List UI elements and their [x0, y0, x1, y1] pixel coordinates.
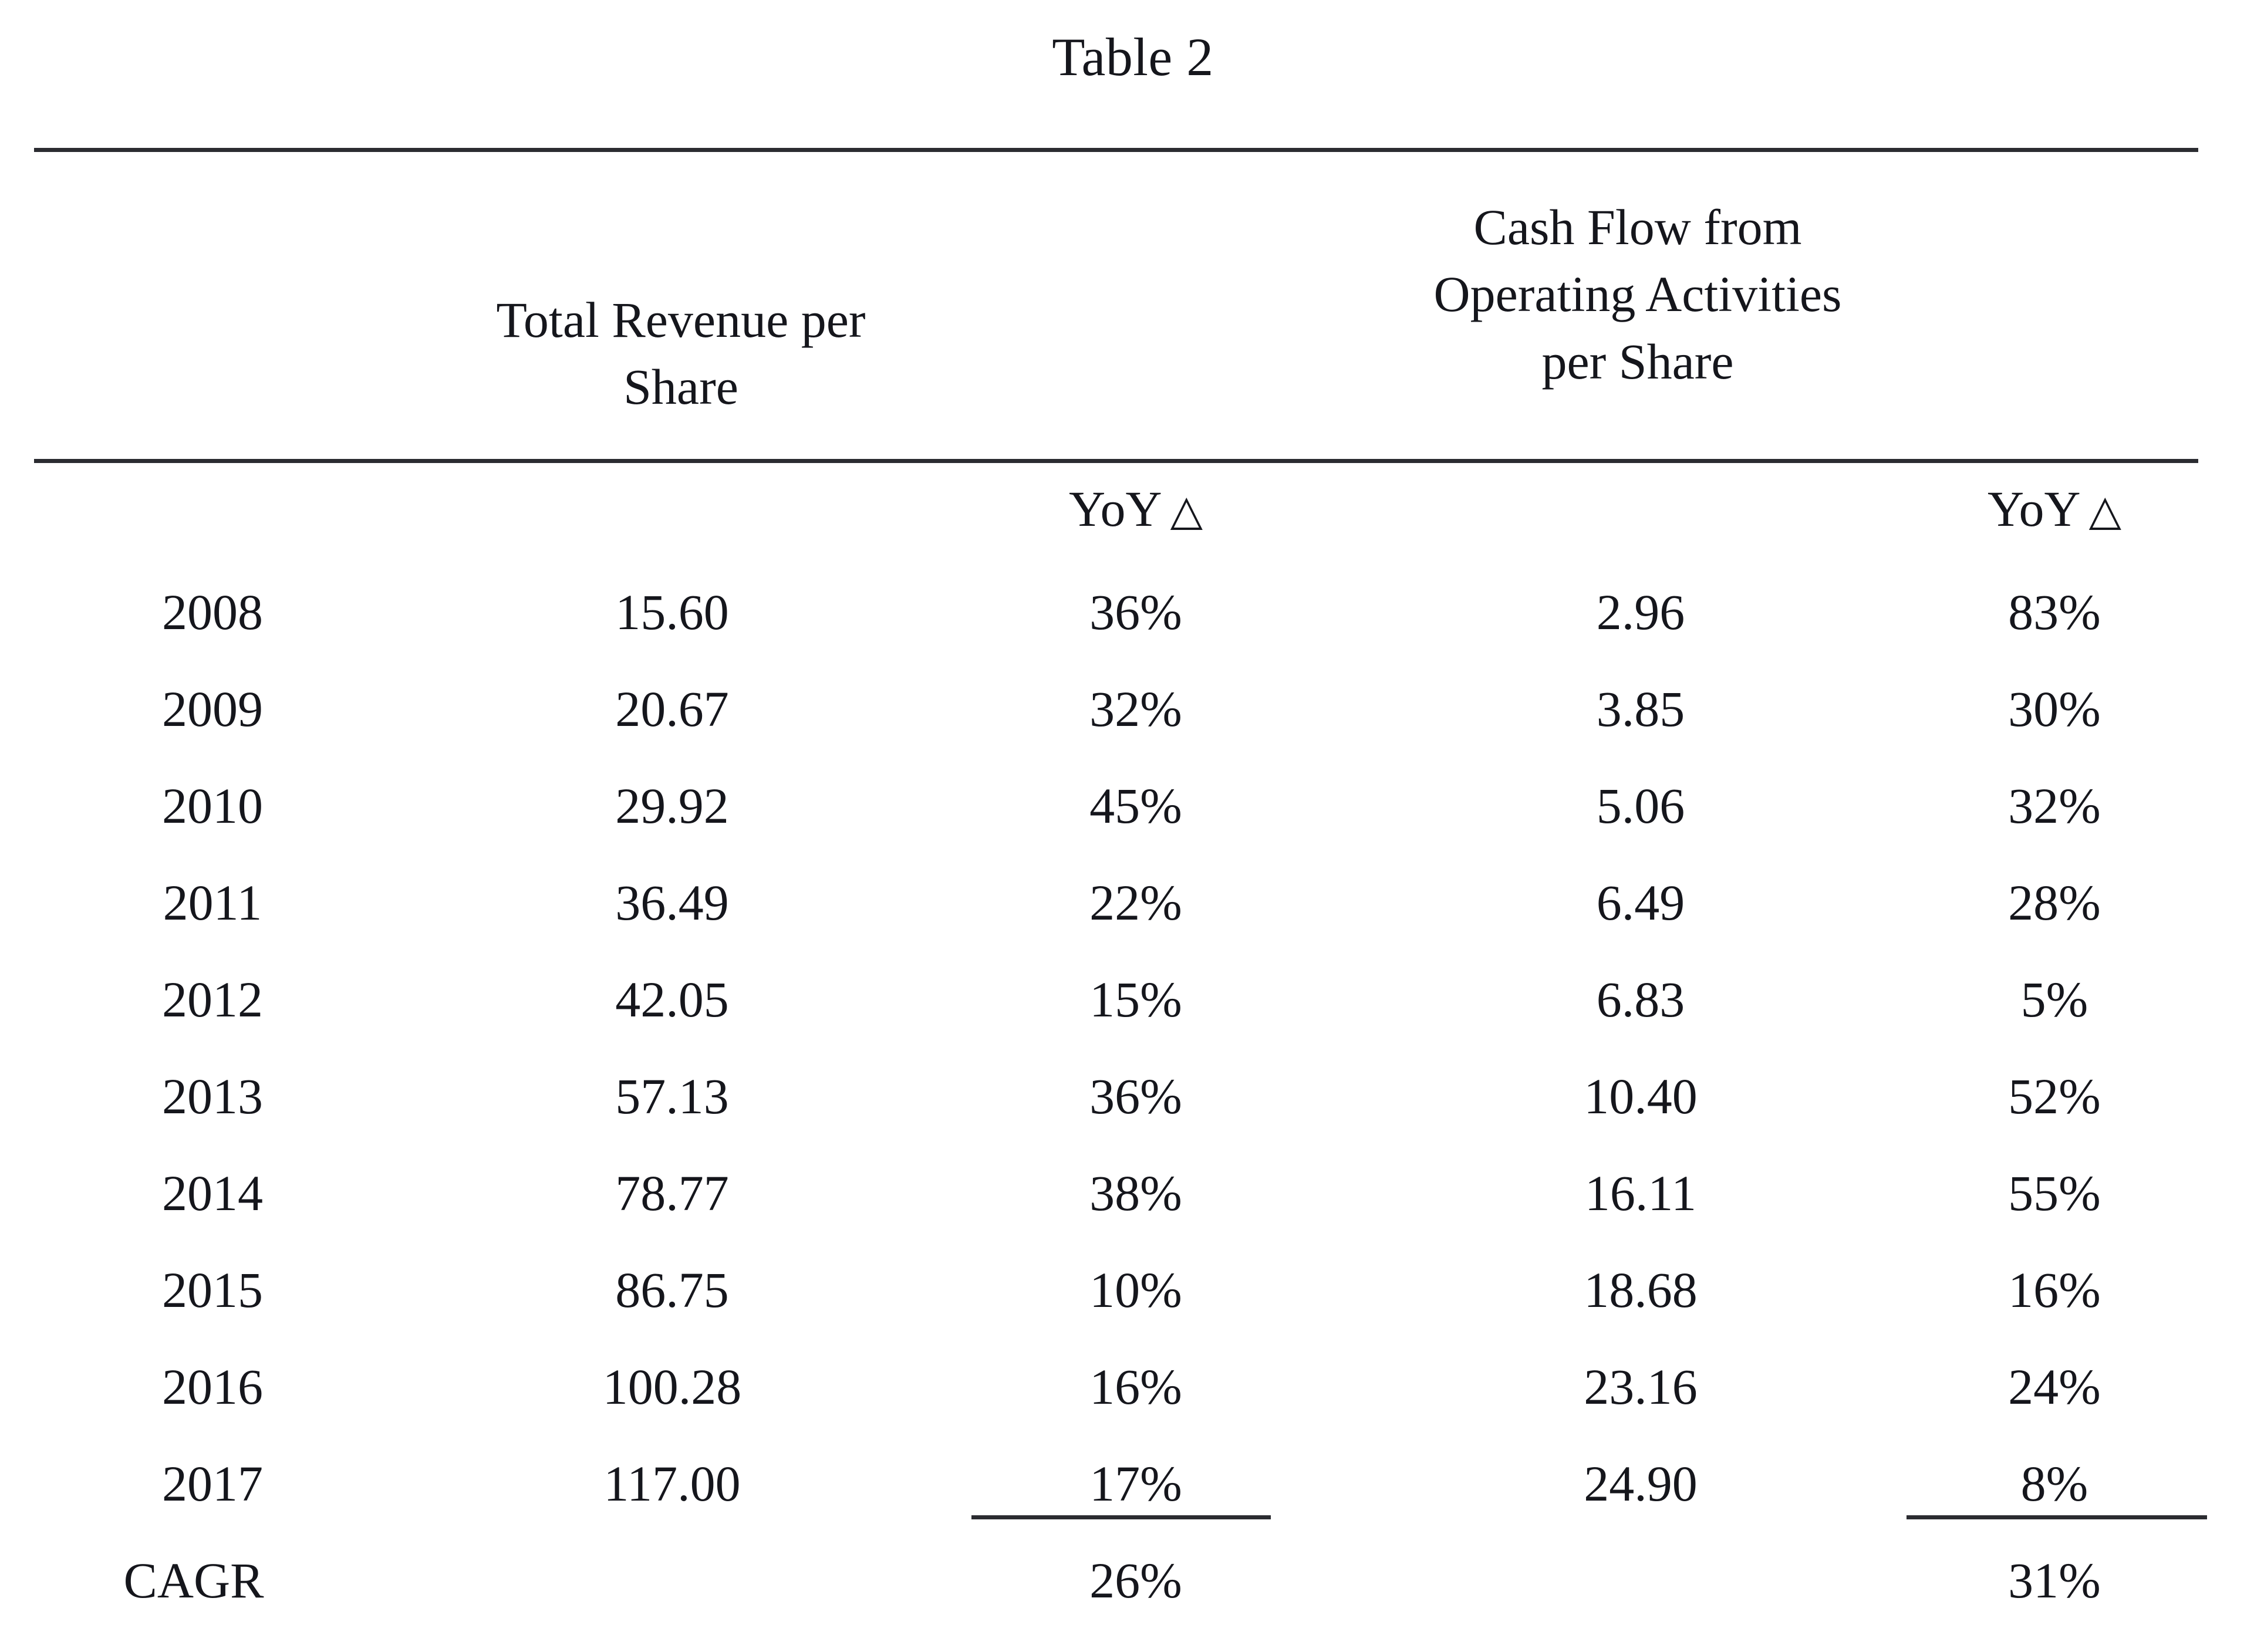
cell-cashflow-per-share: 10.40 — [1584, 1068, 1698, 1124]
table-body: 2008 15.60 36% 2.96 83% 2009 20.67 32% 3.85 30% 20… — [0, 587, 2254, 1652]
column-header-revenue-per-share: Total Revenue per Share — [387, 286, 974, 421]
table-row: 2012 42.05 15% 6.83 5% — [0, 974, 2254, 1071]
triangle-delta-icon: △ — [1170, 487, 1203, 534]
yoy-label-revenue: YoY — [1069, 481, 1162, 537]
cell-revenue-per-share: 36.49 — [615, 874, 729, 931]
cell-revenue-yoy: 17% — [1089, 1455, 1182, 1512]
cell-revenue-yoy: 10% — [1089, 1262, 1182, 1318]
cell-cashflow-yoy: 8% — [2020, 1455, 2088, 1512]
cell-cashflow-per-share: 23.16 — [1584, 1359, 1698, 1415]
cell-revenue-yoy: 16% — [1089, 1359, 1182, 1415]
yoy-label-cashflow: YoY — [1988, 481, 2081, 537]
cell-revenue-per-share: 15.60 — [615, 584, 729, 640]
cell-cagr-label: CAGR — [123, 1552, 264, 1609]
cell-revenue-yoy: 45% — [1089, 778, 1182, 834]
cell-revenue-yoy: 32% — [1089, 681, 1182, 737]
cell-cashflow-yoy: 83% — [2008, 584, 2101, 640]
table-row: 2010 29.92 45% 5.06 32% — [0, 781, 2254, 877]
column-header-cashflow-per-share: Cash Flow from Operating Activities per … — [1332, 194, 1943, 395]
table-row: 2014 78.77 38% 16.11 55% — [0, 1168, 2254, 1265]
table-row: 2008 15.60 36% 2.96 83% — [0, 587, 2254, 684]
cell-revenue-yoy: 38% — [1089, 1165, 1182, 1221]
cell-cashflow-yoy: 28% — [2008, 874, 2101, 931]
table-row: 2017 117.00 17% 24.90 8% — [0, 1458, 2254, 1555]
cell-revenue-per-share: 57.13 — [615, 1068, 729, 1124]
cell-year: 2008 — [162, 584, 263, 640]
cell-cashflow-yoy: 32% — [2008, 778, 2101, 834]
cell-cashflow-per-share: 16.11 — [1584, 1165, 1697, 1221]
cell-revenue-yoy: 15% — [1089, 971, 1182, 1028]
column-header-revenue-line-1: Total Revenue per — [496, 292, 866, 348]
table-row-summary: CAGR 26% 31% — [0, 1555, 2254, 1652]
cell-revenue-per-share: 29.92 — [615, 778, 729, 834]
cell-year: 2016 — [162, 1359, 263, 1415]
column-header-cashflow-yoy: YoY △ — [1878, 481, 2231, 537]
table-row: 2015 86.75 10% 18.68 16% — [0, 1265, 2254, 1362]
cell-revenue-yoy: 26% — [1089, 1552, 1182, 1609]
cell-cashflow-yoy: 52% — [2008, 1068, 2101, 1124]
cell-revenue-yoy: 22% — [1089, 874, 1182, 931]
column-header-cashflow-line-2: Operating Activities — [1433, 266, 1842, 323]
cell-cashflow-yoy: 16% — [2008, 1262, 2101, 1318]
column-header-revenue-line-2: Share — [623, 359, 738, 415]
cell-revenue-yoy: 36% — [1089, 1068, 1182, 1124]
cell-year: 2013 — [162, 1068, 263, 1124]
table-header-rule — [34, 459, 2198, 463]
cagr-rule-revenue-yoy — [971, 1515, 1271, 1519]
cell-revenue-per-share: 86.75 — [615, 1262, 729, 1318]
table-row: 2013 57.13 36% 10.40 52% — [0, 1071, 2254, 1168]
page-title: Table 2 — [1052, 27, 1214, 87]
cell-cashflow-yoy: 5% — [2020, 971, 2088, 1028]
column-header-cashflow-line-1: Cash Flow from — [1473, 199, 1802, 255]
cell-revenue-per-share: 117.00 — [603, 1455, 741, 1512]
table-row: 2009 20.67 32% 3.85 30% — [0, 684, 2254, 781]
cell-year: 2010 — [162, 778, 263, 834]
cell-revenue-per-share: 20.67 — [615, 681, 729, 737]
cell-cashflow-per-share: 24.90 — [1584, 1455, 1698, 1512]
cell-year: 2009 — [162, 681, 263, 737]
cell-year: 2015 — [162, 1262, 263, 1318]
table-sheet: Table 2 Total Revenue per Share Cash Flo… — [0, 0, 2254, 1640]
cell-cashflow-per-share: 18.68 — [1584, 1262, 1698, 1318]
cell-cashflow-per-share: 2.96 — [1596, 584, 1685, 640]
column-header-cashflow-line-3: per Share — [1541, 333, 1734, 390]
column-header-revenue-yoy: YoY △ — [960, 481, 1312, 537]
table-top-rule — [34, 148, 2198, 152]
cell-cashflow-yoy: 31% — [2008, 1552, 2101, 1609]
cell-revenue-per-share: 78.77 — [615, 1165, 729, 1221]
cell-cashflow-per-share: 3.85 — [1596, 681, 1685, 737]
triangle-delta-icon: △ — [2088, 487, 2121, 534]
cell-year: 2012 — [162, 971, 263, 1028]
cell-cashflow-per-share: 6.49 — [1596, 874, 1685, 931]
cagr-rule-cashflow-yoy — [1907, 1515, 2207, 1519]
cell-cashflow-yoy: 30% — [2008, 681, 2101, 737]
cell-revenue-per-share: 42.05 — [615, 971, 729, 1028]
cell-year: 2011 — [163, 874, 262, 931]
table-row: 2016 100.28 16% 23.16 24% — [0, 1362, 2254, 1458]
cell-cashflow-yoy: 24% — [2008, 1359, 2101, 1415]
cell-revenue-yoy: 36% — [1089, 584, 1182, 640]
cell-cashflow-yoy: 55% — [2008, 1165, 2101, 1221]
cell-revenue-per-share: 100.28 — [602, 1359, 742, 1415]
cell-year: 2017 — [162, 1455, 263, 1512]
table-row: 2011 36.49 22% 6.49 28% — [0, 877, 2254, 974]
cell-year: 2014 — [162, 1165, 263, 1221]
cell-cashflow-per-share: 5.06 — [1596, 778, 1685, 834]
cell-cashflow-per-share: 6.83 — [1596, 971, 1685, 1028]
